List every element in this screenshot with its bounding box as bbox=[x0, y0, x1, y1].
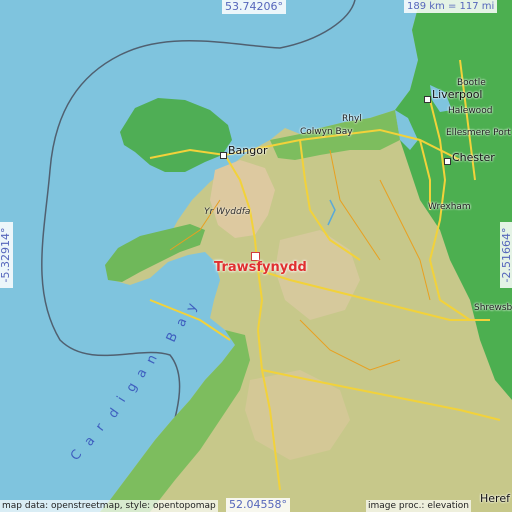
town-bangor: Bangor bbox=[228, 144, 268, 157]
town-shrewsbury: Shrewsb bbox=[474, 303, 512, 313]
scale-label: 189 km = 117 mi bbox=[404, 0, 498, 13]
town-ellesmere-port: Ellesmere Port bbox=[446, 128, 511, 138]
attribution-right: image proc.: elevation bbox=[366, 500, 471, 512]
town-hereford: Heref bbox=[480, 492, 510, 505]
town-rhyl: Rhyl bbox=[342, 114, 362, 124]
longitude-left-label: -5.32914° bbox=[0, 222, 13, 288]
chester-dot bbox=[444, 158, 451, 165]
liverpool-dot bbox=[424, 96, 431, 103]
location-marker-label: Trawsfynydd bbox=[214, 260, 307, 275]
attribution-left: map data: openstreetmap, style: opentopo… bbox=[0, 500, 218, 512]
town-bootle: Bootle bbox=[457, 78, 486, 88]
longitude-right-label: -2.51664° bbox=[500, 222, 512, 288]
town-halewood: Halewood bbox=[448, 106, 493, 116]
town-colwyn-bay: Colwyn Bay bbox=[300, 127, 353, 137]
town-wrexham: Wrexham bbox=[428, 202, 471, 212]
bangor-dot bbox=[220, 152, 227, 159]
map-view[interactable]: 53.74206° 52.04558° -5.32914° -2.51664° … bbox=[0, 0, 512, 512]
peak-yr-wyddfa: Yr Wyddfa bbox=[204, 207, 251, 217]
latitude-top-label: 53.74206° bbox=[222, 0, 286, 14]
latitude-bottom-label: 52.04558° bbox=[226, 498, 290, 512]
town-chester: Chester bbox=[452, 151, 495, 164]
town-liverpool: Liverpool bbox=[432, 88, 483, 101]
